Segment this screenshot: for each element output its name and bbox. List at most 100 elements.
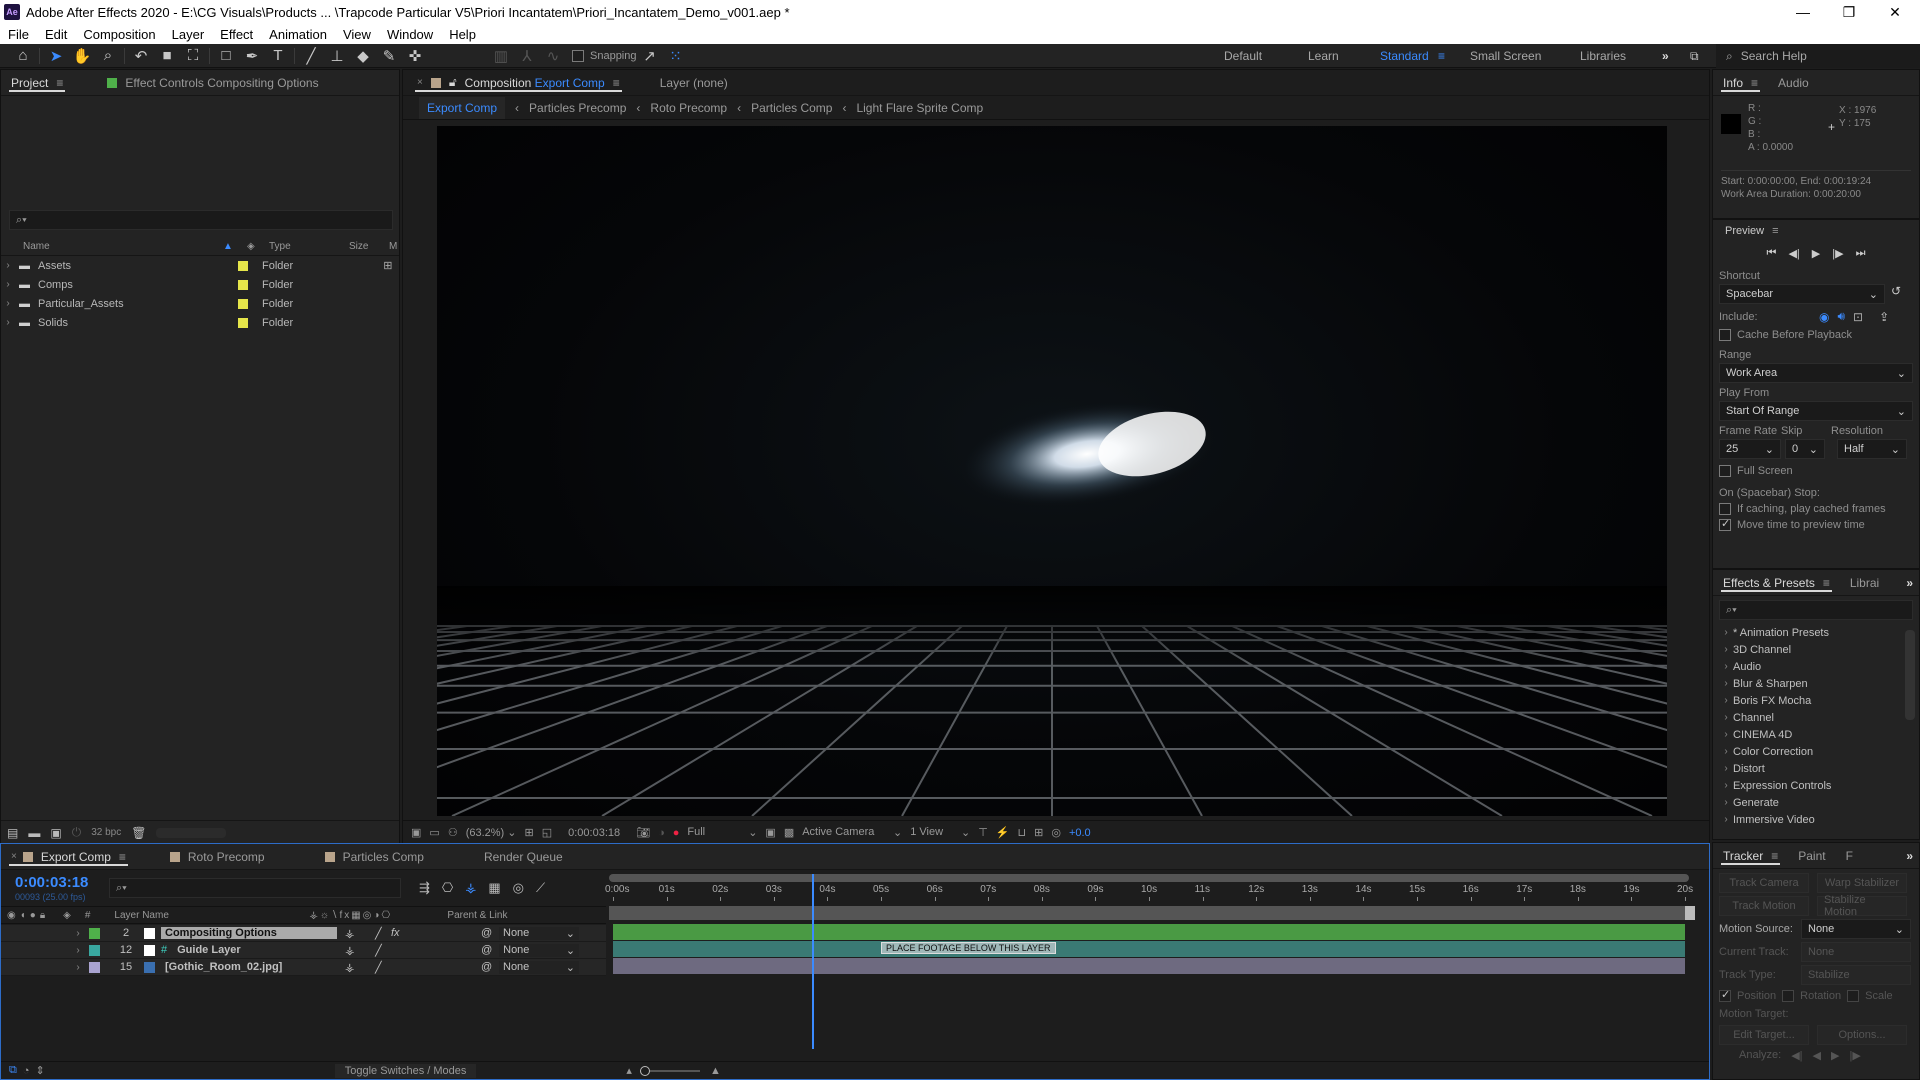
time-ruler[interactable]: 0:00s 01s 02s 03s 04s 05s 06s 07s 08s 09s 10s 11s 12… [605, 884, 1693, 902]
timeline-current-time[interactable]: 0:00:03:18 [15, 874, 88, 891]
column-parent-link[interactable]: Parent & Link [447, 910, 507, 921]
parent-dropdown[interactable]: None ⌄ [499, 943, 580, 957]
tab-render-queue[interactable]: Render Queue [474, 844, 573, 869]
layer-duration-bar[interactable] [613, 924, 1685, 940]
zoom-tool-icon[interactable]: ⌕ [95, 45, 121, 67]
flowchart-icon[interactable]: ⊞ [383, 259, 392, 272]
tab-composition[interactable]: × 🔓︎ Composition Export Comp ≡ [407, 70, 630, 95]
skip-dropdown[interactable]: 0 ⌄ [1785, 439, 1825, 460]
tab-audio[interactable]: Audio [1768, 70, 1819, 95]
video-toggle-icon[interactable]: ◉ [7, 910, 16, 921]
hand-tool-icon[interactable]: ✋ [69, 45, 95, 67]
checbox[interactable] [1719, 465, 1731, 478]
toggle-pixel-aspect-icon[interactable]: ⊤ [978, 826, 988, 839]
effect-category[interactable]: › Distort [1719, 760, 1898, 777]
transfer-controls-icon[interactable]: ◔ [23, 1065, 30, 1077]
panels-overflow-icon[interactable]: » [1906, 576, 1913, 590]
menu-effect[interactable]: Effect [212, 27, 261, 42]
tab-libraries[interactable]: Librai [1840, 570, 1889, 595]
menu-edit[interactable]: Edit [37, 27, 75, 42]
sort-ascending-icon[interactable]: ▲ [223, 241, 247, 252]
type-tool-icon[interactable]: T [265, 45, 291, 67]
effect-category[interactable]: › Expression Controls [1719, 777, 1898, 794]
tab-effects-presets[interactable]: Effects & Presets ≡ [1713, 570, 1840, 595]
current-time-indicator[interactable] [812, 874, 815, 1049]
last-frame-icon[interactable]: ⏭ [1856, 247, 1866, 260]
cache-before-playback[interactable]: Cache Before Playback [1719, 329, 1913, 342]
checkbox-checked[interactable] [1719, 517, 1731, 532]
transparency-grid-icon[interactable]: ◱ [542, 826, 552, 839]
lock-icon[interactable]: 🔓︎ [449, 75, 457, 90]
play-icon[interactable]: ▶ [1812, 247, 1820, 260]
column-media[interactable]: M [389, 241, 397, 252]
next-frame-icon[interactable]: |▶ [1832, 247, 1843, 260]
comp-button-icon[interactable] [1685, 906, 1695, 920]
close-icon[interactable]: × [11, 851, 17, 862]
breadcrumb-particles-comp[interactable]: Particles Comp [751, 101, 832, 115]
new-folder-icon[interactable]: ▬ [28, 826, 40, 840]
breadcrumb-light-flare-sprite-comp[interactable]: Light Flare Sprite Comp [856, 101, 983, 115]
project-item[interactable]: › ▬ Comps Folder [1, 275, 399, 294]
in-out-icon[interactable]: ⇕ [36, 1064, 45, 1077]
menu-file[interactable]: File [0, 27, 37, 42]
mask-visibility-icon[interactable]: ⚇ [448, 826, 458, 839]
chevron-right-icon[interactable]: › [71, 928, 85, 939]
effect-category[interactable]: › 3D Channel [1719, 641, 1898, 658]
chevron-right-icon[interactable]: › [1, 260, 15, 271]
comp-mini-flowchart-icon[interactable]: ⇶ [419, 880, 430, 896]
include-audio-icon[interactable]: 🔊︎ [1837, 309, 1845, 324]
sync-settings-icon[interactable]: ⧉ [1690, 44, 1699, 68]
clone-stamp-tool-icon[interactable]: ⊥ [324, 45, 350, 67]
monitor-icon[interactable]: ▭ [429, 826, 439, 839]
channels-icon[interactable]: ● [673, 827, 680, 839]
workspace-menu-icon[interactable]: ≡ [1438, 44, 1445, 68]
label-color-swatch[interactable] [238, 260, 248, 271]
workspace-standard[interactable]: Standard [1380, 44, 1429, 68]
zoom-out-icon[interactable]: ▴ [626, 1064, 632, 1077]
layer-row[interactable]: › 15 [Gothic_Room_02.jpg] ⚶ ╱ @ None ⌄ [1, 959, 606, 976]
tab-paint[interactable]: Paint [1788, 843, 1835, 868]
layer-row[interactable]: › 12 # Guide Layer ⚶ ╱ @ None ⌄ [1, 942, 606, 959]
safe-areas-icon[interactable]: ⊞ [525, 826, 534, 839]
first-frame-icon[interactable]: ⏮ [1767, 247, 1777, 260]
effect-category[interactable]: › Generate [1719, 794, 1898, 811]
thumbnail-slider[interactable] [156, 827, 227, 838]
chevron-right-icon[interactable]: › [1719, 644, 1733, 655]
panel-menu-icon[interactable]: ≡ [1823, 576, 1830, 590]
audio-toggle-icon[interactable]: ◖ [20, 910, 26, 921]
menu-layer[interactable]: Layer [164, 27, 213, 42]
pick-whip-icon[interactable]: @ [481, 927, 499, 939]
effect-category[interactable]: › Color Correction [1719, 743, 1898, 760]
layer-row[interactable]: › 2 Compositing Options ⚶ ╱ fx @ None ⌄ [1, 925, 606, 942]
label-tag-icon[interactable]: ◈ [63, 910, 71, 921]
parent-dropdown[interactable]: None ⌄ [499, 960, 579, 974]
column-layer-name[interactable]: Layer Name [114, 910, 309, 921]
exposure-value[interactable]: +0.0 [1069, 827, 1091, 839]
rectangle-tool-icon[interactable]: □ [213, 45, 239, 67]
shy-layers-icon[interactable]: ⚶ [465, 880, 476, 896]
effect-category[interactable]: › Blur & Sharpen [1719, 675, 1898, 692]
snap-features-icon[interactable]: ⁙ [663, 45, 689, 67]
label-color-swatch[interactable] [238, 317, 248, 328]
column-number[interactable]: # [85, 910, 91, 921]
show-snapshot-icon[interactable]: ◑ [658, 827, 665, 839]
graph-editor-icon[interactable]: ⟋ [536, 880, 545, 896]
effect-category[interactable]: › Immersive Video [1719, 811, 1898, 828]
resolution-dropdown[interactable]: Half ⌄ [1837, 439, 1907, 460]
column-name[interactable]: Name [23, 241, 223, 252]
quality-switch-icon[interactable]: ╱ [375, 927, 391, 940]
home-icon[interactable]: ⌂ [10, 45, 36, 67]
tab-project[interactable]: Project ≡ [1, 70, 73, 95]
chevron-right-icon[interactable]: › [1719, 695, 1733, 706]
layer-name[interactable]: [Gothic_Room_02.jpg] [161, 961, 337, 973]
restore-button[interactable]: ❐ [1826, 0, 1872, 24]
tab-particles-comp[interactable]: Particles Comp [315, 844, 434, 869]
timeline-icon[interactable]: ⊔ [1018, 826, 1027, 839]
quality-switch-icon[interactable]: ╱ [375, 944, 391, 957]
play-from-dropdown[interactable]: Start Of Range ⌄ [1719, 401, 1913, 422]
chevron-right-icon[interactable]: › [1719, 627, 1733, 638]
project-search-input[interactable]: ⌕▾ [9, 210, 393, 230]
region-of-interest-icon[interactable]: ▣ [765, 826, 775, 839]
eraser-tool-icon[interactable]: ◆ [350, 45, 376, 67]
delete-icon[interactable]: 🗑 [131, 826, 146, 840]
